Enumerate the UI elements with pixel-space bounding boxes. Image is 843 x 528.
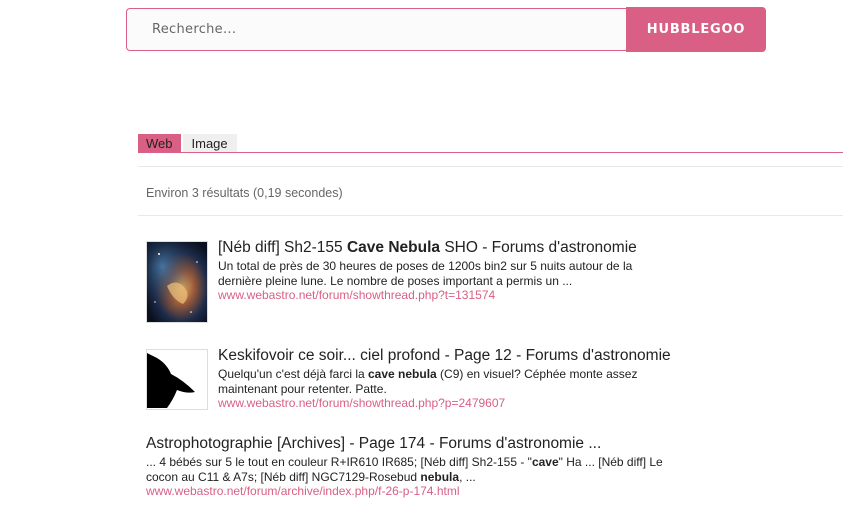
result-title[interactable]: Keskifovoir ce soir... ciel profond - Pa…: [218, 346, 708, 365]
result-type-tabs: Web Image: [138, 134, 237, 153]
result-thumbnail-nebula[interactable]: [146, 241, 208, 323]
tab-image[interactable]: Image: [182, 134, 237, 153]
tabs-underline: [138, 152, 843, 153]
search-input[interactable]: [126, 8, 626, 51]
divider: [138, 166, 843, 167]
result-snippet: ... 4 bébés sur 5 le tout en couleur R+I…: [146, 455, 663, 484]
result-thumbnail-silhouette[interactable]: [146, 349, 208, 410]
result-title[interactable]: Astrophotographie [Archives] - Page 174 …: [146, 434, 696, 453]
result-url[interactable]: www.webastro.net/forum/archive/index.php…: [146, 484, 696, 499]
result-stats: Environ 3 résultats (0,19 secondes): [146, 186, 343, 200]
tab-web[interactable]: Web: [138, 134, 181, 153]
result-url[interactable]: www.webastro.net/forum/showthread.php?t=…: [218, 288, 708, 303]
result-url[interactable]: www.webastro.net/forum/showthread.php?p=…: [218, 396, 708, 411]
result-title[interactable]: [Néb diff] Sh2-155 Cave Nebula SHO - For…: [218, 238, 708, 257]
result-snippet: Quelqu'un c'est déjà farci la cave nebul…: [218, 367, 638, 396]
result-snippet: Un total de près de 30 heures de poses d…: [218, 259, 633, 288]
search-button[interactable]: HUBBLEGOO: [626, 7, 766, 52]
divider: [138, 215, 843, 216]
